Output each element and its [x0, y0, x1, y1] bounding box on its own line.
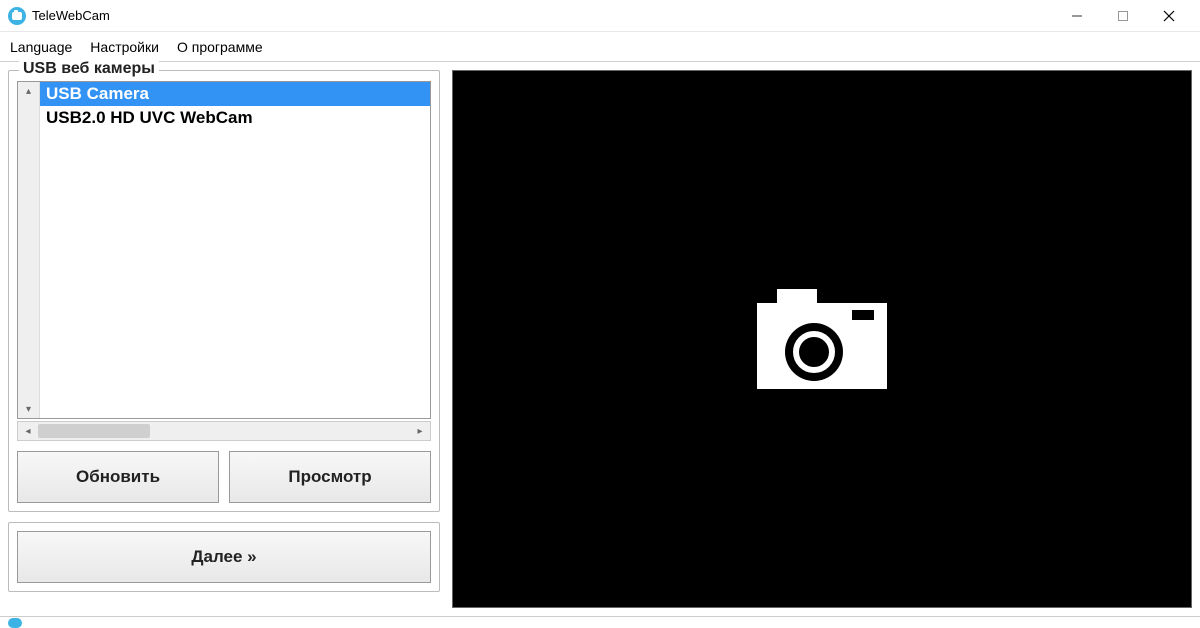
- scroll-track[interactable]: [38, 422, 410, 440]
- vertical-scrollbar[interactable]: ▴ ▾: [18, 82, 40, 418]
- menu-language[interactable]: Language: [10, 39, 72, 55]
- content-area: USB веб камеры ▴ ▾ USB CameraUSB2.0 HD U…: [0, 62, 1200, 616]
- preview-panel: [452, 70, 1192, 608]
- menu-about[interactable]: О программе: [177, 39, 263, 55]
- app-icon: [8, 7, 26, 25]
- camera-placeholder-icon: [757, 289, 887, 389]
- camera-list-item[interactable]: USB Camera: [40, 82, 430, 106]
- app-title: TeleWebCam: [32, 8, 110, 23]
- scroll-thumb[interactable]: [38, 424, 150, 438]
- scroll-right-icon[interactable]: ▸: [410, 422, 430, 440]
- scroll-down-icon[interactable]: ▾: [18, 400, 39, 418]
- next-wrap: Далее »: [8, 522, 440, 592]
- scroll-up-icon[interactable]: ▴: [18, 82, 39, 100]
- camera-list-wrap: ▴ ▾ USB CameraUSB2.0 HD UVC WebCam ◂ ▸: [17, 81, 431, 441]
- menu-settings[interactable]: Настройки: [90, 39, 159, 55]
- maximize-button[interactable]: [1100, 0, 1146, 32]
- camera-list[interactable]: USB CameraUSB2.0 HD UVC WebCam: [40, 82, 430, 418]
- status-indicator-icon: [8, 618, 22, 628]
- scroll-left-icon[interactable]: ◂: [18, 422, 38, 440]
- minimize-button[interactable]: [1054, 0, 1100, 32]
- button-row: Обновить Просмотр: [17, 451, 431, 503]
- groupbox-title: USB веб камеры: [19, 60, 159, 78]
- left-panel: USB веб камеры ▴ ▾ USB CameraUSB2.0 HD U…: [8, 70, 440, 608]
- horizontal-scrollbar[interactable]: ◂ ▸: [17, 421, 431, 441]
- next-button[interactable]: Далее »: [17, 531, 431, 583]
- titlebar: TeleWebCam: [0, 0, 1200, 32]
- camera-groupbox: USB веб камеры ▴ ▾ USB CameraUSB2.0 HD U…: [8, 70, 440, 512]
- camera-list-item[interactable]: USB2.0 HD UVC WebCam: [40, 106, 430, 130]
- window-controls: [1054, 0, 1192, 32]
- refresh-button[interactable]: Обновить: [17, 451, 219, 503]
- menubar: Language Настройки О программе: [0, 32, 1200, 62]
- preview-button[interactable]: Просмотр: [229, 451, 431, 503]
- close-button[interactable]: [1146, 0, 1192, 32]
- statusbar: [0, 616, 1200, 628]
